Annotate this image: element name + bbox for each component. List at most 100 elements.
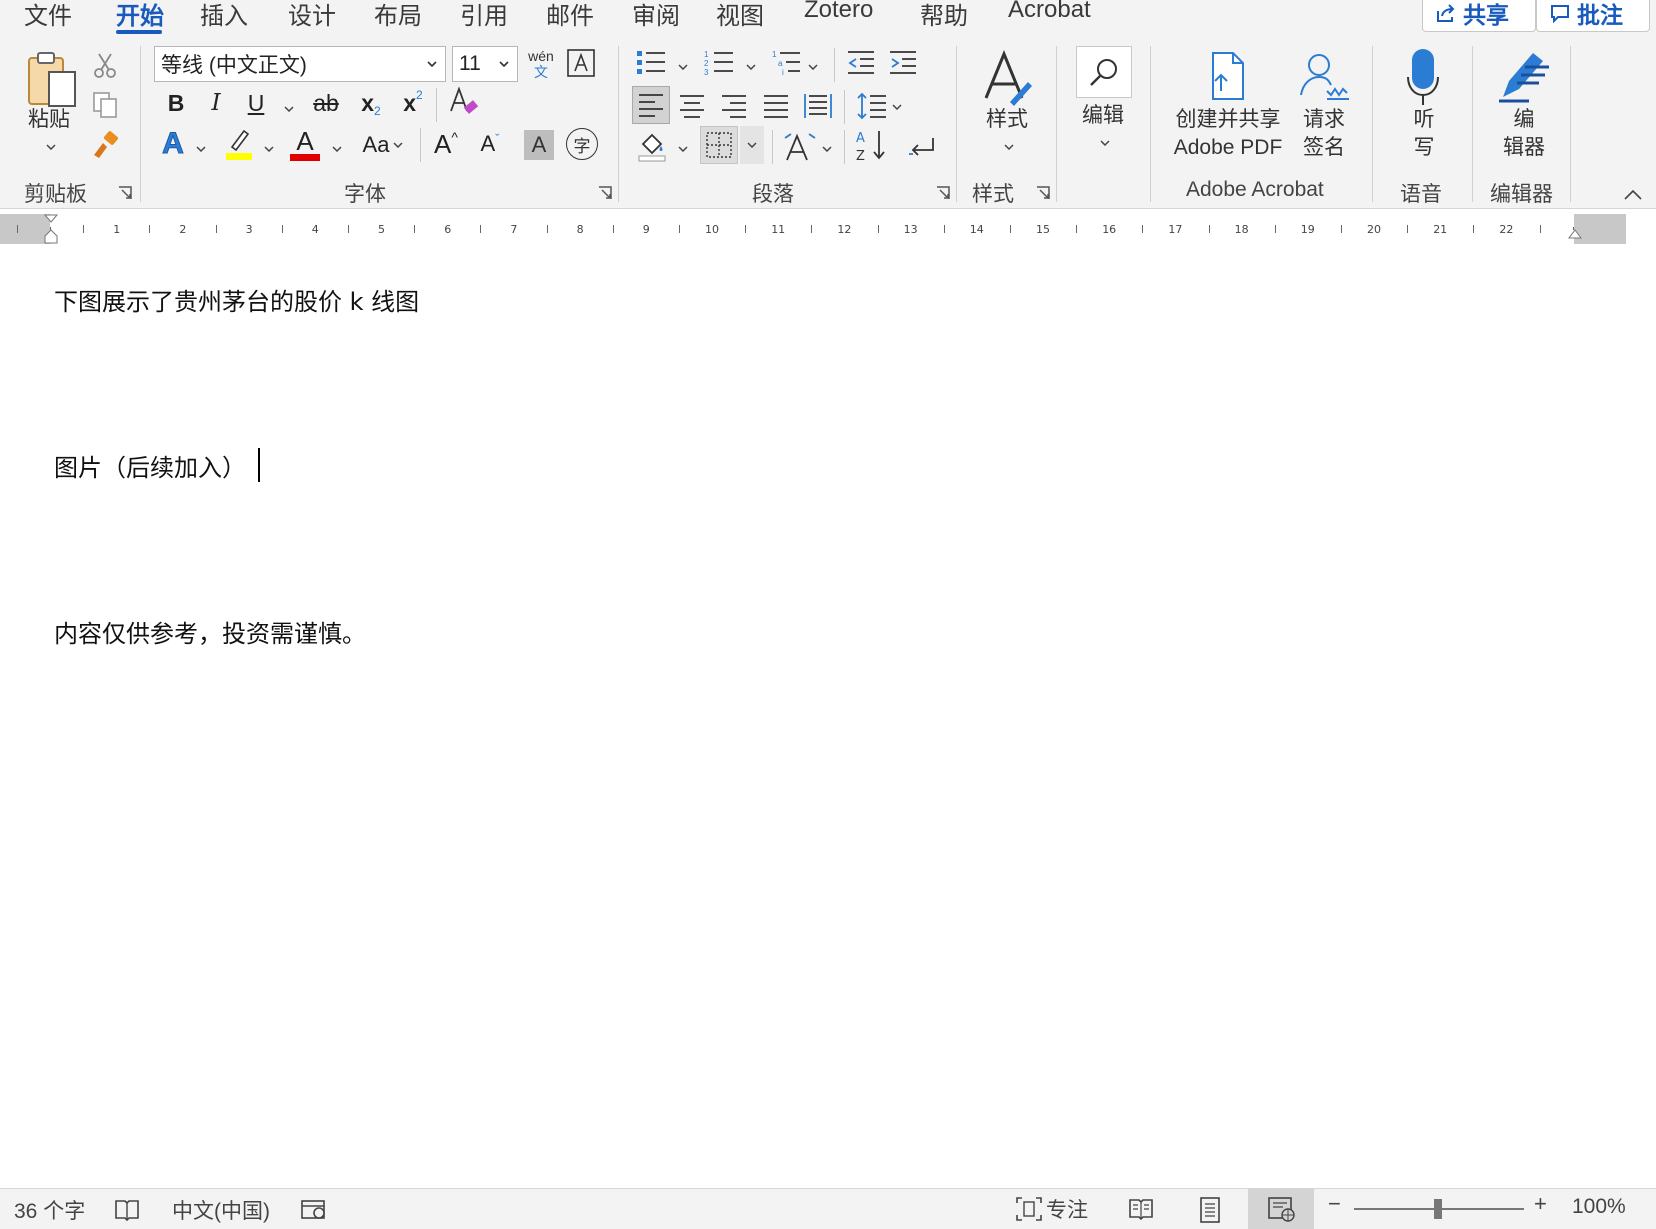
focus-label: 专注 — [1046, 1199, 1088, 1222]
sort-button[interactable]: AZ — [852, 126, 890, 164]
borders-dropdown[interactable] — [740, 126, 764, 164]
create-share-pdf-button[interactable] — [1204, 50, 1252, 102]
underline-options-chevron-icon[interactable] — [284, 106, 294, 112]
collapse-ribbon-icon[interactable] — [1624, 190, 1642, 200]
tab-mailings[interactable]: 邮件 — [546, 0, 594, 31]
enclose-characters-button[interactable]: 字 — [566, 128, 598, 160]
multilevel-list-button[interactable]: 1ai — [770, 46, 804, 80]
font-color-button[interactable]: A — [288, 126, 322, 162]
word-count[interactable]: 36 个字 — [14, 1195, 85, 1225]
format-painter-button[interactable] — [90, 130, 122, 162]
line-spacing-chevron-icon[interactable] — [892, 104, 902, 110]
focus-mode-button[interactable]: 专注 — [1016, 1193, 1088, 1225]
dictate-button[interactable] — [1406, 46, 1440, 108]
italic-button[interactable]: I — [202, 86, 230, 120]
share-button[interactable]: 共享 — [1422, 0, 1536, 32]
shrink-font-button[interactable]: Aˇ — [474, 126, 506, 162]
borders-button[interactable] — [700, 126, 738, 164]
tab-zotero[interactable]: Zotero — [804, 0, 873, 24]
clipboard-dialog-launcher-icon[interactable] — [118, 186, 132, 200]
styles-chevron-icon[interactable] — [1004, 144, 1014, 150]
styles-button[interactable] — [978, 46, 1040, 108]
numbering-button[interactable]: 123 — [702, 46, 736, 80]
proofing-book-icon[interactable] — [114, 1199, 140, 1221]
decrease-indent-button[interactable] — [844, 46, 878, 80]
print-layout-icon[interactable] — [1198, 1197, 1222, 1223]
increase-indent-button[interactable] — [886, 46, 920, 80]
justify-button[interactable] — [758, 88, 794, 124]
numbering-chevron-icon[interactable] — [746, 64, 756, 70]
grow-font-button[interactable]: A ^ — [430, 126, 462, 162]
tab-layout[interactable]: 布局 — [374, 0, 422, 31]
paragraph-dialog-launcher-icon[interactable] — [936, 186, 950, 200]
subscript-button[interactable]: x2 — [356, 86, 386, 120]
tab-design[interactable]: 设计 — [288, 0, 336, 31]
asian-layout-button[interactable] — [780, 128, 820, 164]
editing-button[interactable] — [1076, 46, 1132, 98]
tab-view[interactable]: 视图 — [716, 0, 764, 31]
zoom-level[interactable]: 100% — [1572, 1195, 1626, 1219]
show-hide-marks-button[interactable] — [904, 128, 940, 164]
paste-button[interactable] — [24, 48, 80, 114]
asian-layout-chevron-icon[interactable] — [822, 146, 832, 152]
font-dialog-launcher-icon[interactable] — [598, 186, 612, 200]
copy-button[interactable] — [90, 90, 120, 120]
zoom-slider-thumb[interactable] — [1434, 1199, 1442, 1219]
align-center-button[interactable] — [674, 88, 710, 124]
comments-button[interactable]: 批注 — [1536, 0, 1650, 32]
distributed-button[interactable] — [800, 88, 836, 124]
highlight-color-button[interactable] — [222, 126, 256, 162]
styles-dialog-launcher-icon[interactable] — [1036, 186, 1050, 200]
phonetic-guide-button[interactable]: wén 文 — [526, 44, 556, 84]
text-effects-chevron-icon[interactable] — [196, 146, 206, 152]
document-canvas[interactable]: 下图展示了贵州茅台的股价 k 线图 图片（后续加入） 内容仅供参考，投资需谨慎。 — [0, 244, 1656, 1188]
tab-insert[interactable]: 插入 — [200, 0, 248, 31]
align-right-button[interactable] — [716, 88, 752, 124]
bold-button[interactable]: B — [162, 86, 190, 120]
tab-home[interactable]: 开始 — [116, 0, 164, 31]
tab-review[interactable]: 审阅 — [632, 0, 680, 31]
request-signature-button[interactable] — [1296, 50, 1352, 102]
shading-button[interactable] — [634, 128, 670, 164]
doc-paragraph[interactable]: 图片（后续加入） — [54, 448, 246, 483]
underline-button[interactable]: U — [242, 86, 270, 120]
language-indicator[interactable]: 中文(中国) — [172, 1195, 270, 1225]
right-indent-marker-icon[interactable] — [1568, 228, 1582, 242]
multilevel-chevron-icon[interactable] — [808, 64, 818, 70]
font-size-dropdown[interactable]: 11 — [452, 46, 518, 82]
character-border-button[interactable] — [566, 48, 596, 78]
tab-help[interactable]: 帮助 — [920, 0, 968, 31]
font-color-chevron-icon[interactable] — [332, 146, 342, 152]
accessibility-icon[interactable] — [300, 1199, 328, 1221]
strikethrough-button[interactable]: ab — [306, 86, 346, 120]
tab-file[interactable]: 文件 — [24, 0, 72, 31]
superscript-button[interactable]: x2 — [398, 86, 428, 120]
highlight-color-chevron-icon[interactable] — [264, 146, 274, 152]
bullets-button[interactable] — [634, 46, 668, 80]
cut-button[interactable] — [90, 50, 120, 80]
paste-options-chevron-icon[interactable] — [46, 144, 56, 150]
distributed-icon — [804, 94, 832, 118]
bullets-chevron-icon[interactable] — [678, 64, 688, 70]
tab-references[interactable]: 引用 — [460, 0, 508, 31]
character-shading-button[interactable]: A — [524, 130, 554, 160]
text-effects-button[interactable]: A — [156, 126, 190, 162]
doc-paragraph[interactable]: 内容仅供参考，投资需谨慎。 — [54, 614, 366, 649]
horizontal-ruler[interactable]: 1 2 3 4 5 6 7 8 9 10 11 12 13 14 15 16 17 18 19 20 21 22 — [0, 214, 1656, 244]
doc-paragraph[interactable]: 下图展示了贵州茅台的股价 k 线图 — [54, 282, 419, 317]
indent-marker-icon[interactable] — [44, 214, 58, 244]
ribbon: 粘贴 剪贴板 等线 (中文正文) 11 wén 文 B I U ab x2 x2… — [0, 40, 1656, 209]
change-case-button[interactable]: Aa — [356, 128, 410, 162]
web-layout-button[interactable] — [1248, 1189, 1314, 1229]
align-left-button[interactable] — [632, 86, 670, 124]
editing-chevron-icon[interactable] — [1100, 140, 1110, 146]
font-name-dropdown[interactable]: 等线 (中文正文) — [154, 46, 446, 82]
read-mode-icon[interactable] — [1128, 1197, 1154, 1221]
editor-button[interactable] — [1494, 46, 1554, 106]
zoom-in-button[interactable]: + — [1534, 1191, 1547, 1217]
shading-chevron-icon[interactable] — [678, 146, 688, 152]
zoom-out-button[interactable]: − — [1328, 1191, 1341, 1217]
clear-formatting-button[interactable] — [444, 84, 484, 120]
tab-acrobat[interactable]: Acrobat — [1008, 0, 1091, 24]
line-spacing-button[interactable] — [854, 88, 890, 124]
